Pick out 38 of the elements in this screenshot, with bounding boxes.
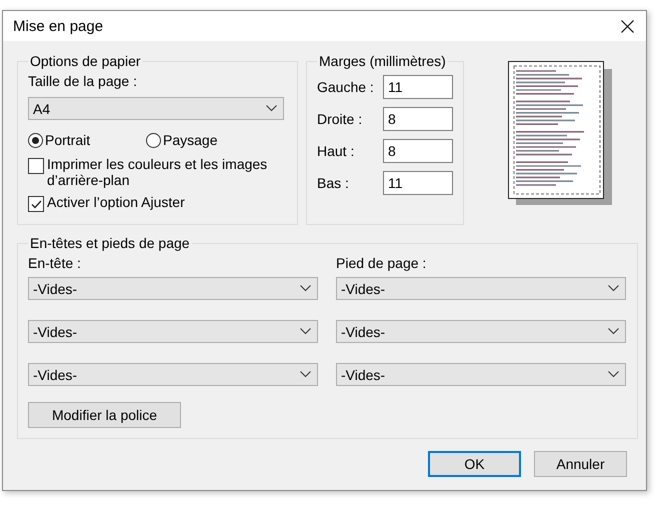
checkbox-option[interactable]: Activer l’option Ajuster	[28, 194, 287, 212]
radio-option[interactable]: Portrait	[28, 132, 146, 148]
chevron-down-icon	[608, 328, 619, 335]
input-field[interactable]: 11	[383, 75, 453, 99]
group-title: Options de papier	[29, 53, 142, 69]
change-font-button[interactable]: Modifier la police	[28, 402, 181, 428]
chevron-down-icon	[608, 371, 619, 378]
dropdown[interactable]: -Vides-	[28, 277, 318, 300]
dialog-button[interactable]: OK	[428, 451, 521, 477]
window-title: Mise en page	[13, 18, 104, 34]
chevron-down-icon	[608, 285, 619, 292]
dialog-button[interactable]: Annuler	[534, 451, 627, 477]
field-label: Gauche :	[317, 79, 374, 95]
dropdown[interactable]: A4	[28, 97, 284, 120]
dropdown[interactable]: -Vides-	[336, 320, 626, 343]
field-label: Haut :	[317, 143, 354, 159]
field-label: Bas :	[317, 175, 349, 191]
field-label: Droite :	[317, 111, 362, 127]
dropdown[interactable]: -Vides-	[28, 320, 318, 343]
dropdown[interactable]: -Vides-	[28, 363, 318, 386]
input-field[interactable]: 11	[383, 171, 453, 195]
group-title: Marges (millimètres)	[318, 53, 447, 69]
chevron-down-icon	[300, 285, 311, 292]
radio-option[interactable]: Paysage	[146, 132, 264, 148]
close-icon[interactable]	[621, 20, 634, 32]
field-label: Taille de la page :	[28, 73, 138, 89]
checkmark-icon	[30, 200, 42, 208]
input-field[interactable]: 8	[383, 139, 453, 163]
checkbox-option[interactable]: Imprimer les couleurs et les images d’arrière-plan	[28, 156, 287, 188]
dropdown[interactable]: -Vides-	[336, 277, 626, 300]
group-title: En-têtes et pieds de page	[29, 235, 191, 251]
input-field[interactable]: 8	[383, 107, 453, 131]
field-label: Pied de page :	[336, 255, 428, 271]
chevron-down-icon	[266, 105, 277, 112]
field-label: En-tête :	[28, 255, 82, 271]
chevron-down-icon	[300, 328, 311, 335]
chevron-down-icon	[300, 371, 311, 378]
dropdown[interactable]: -Vides-	[336, 363, 626, 386]
